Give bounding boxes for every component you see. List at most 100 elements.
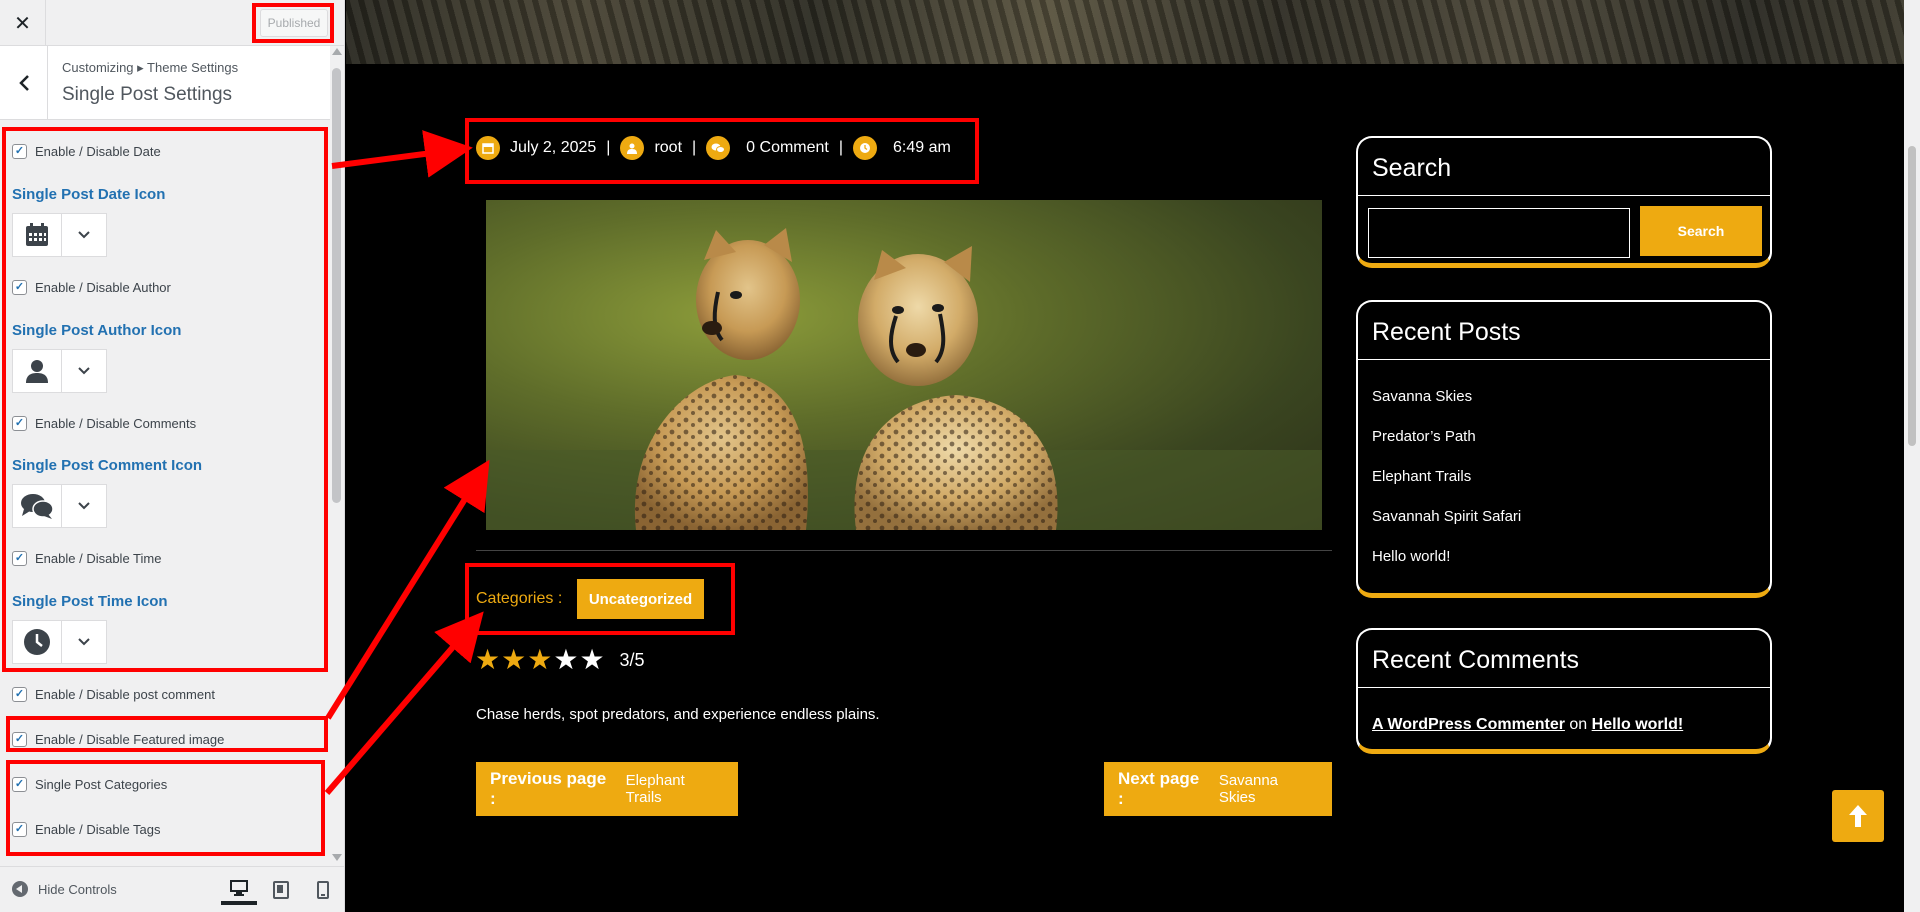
panel-scrollbar[interactable] xyxy=(330,46,344,866)
post-date[interactable]: July 2, 2025 xyxy=(510,139,596,157)
arrow-up-icon xyxy=(1849,805,1867,827)
recent-post-link[interactable]: Elephant Trails xyxy=(1372,468,1471,485)
star-empty-icon: ★ xyxy=(579,644,605,675)
site-preview: July 2, 2025 | root | 0 Comment | 6:49 a… xyxy=(346,0,1920,912)
checkbox-enable-date[interactable]: ✓ Enable / Disable Date xyxy=(12,144,161,159)
recent-comment-item: A WordPress Commenter on Hello world! xyxy=(1372,716,1684,733)
search-widget-title: Search xyxy=(1358,138,1770,196)
checkbox-enable-tags[interactable]: ✓ Enable / Disable Tags xyxy=(12,822,161,837)
hide-controls-button[interactable]: Hide Controls xyxy=(12,881,117,897)
calendar-icon xyxy=(476,136,500,160)
recent-post-link[interactable]: Savannah Spirit Safari xyxy=(1372,508,1521,525)
chevron-down-icon[interactable] xyxy=(62,485,106,527)
star-filled-icon: ★ xyxy=(501,644,527,675)
calendar-icon xyxy=(13,214,63,256)
publish-button[interactable]: Published xyxy=(260,9,328,37)
user-icon xyxy=(620,136,645,160)
chevron-down-icon[interactable] xyxy=(62,350,106,392)
scroll-up-arrow-icon[interactable] xyxy=(332,48,342,55)
controls-list: ✓ Enable / Disable Date Single Post Date… xyxy=(0,121,330,866)
header-banner-image xyxy=(346,0,1904,64)
checkbox-enable-featured-image[interactable]: ✓ Enable / Disable Featured image xyxy=(12,732,224,747)
checkbox-checked-icon[interactable]: ✓ xyxy=(12,777,27,792)
post-comments-count[interactable]: 0 Comment xyxy=(746,139,829,157)
preview-scroll-thumb[interactable] xyxy=(1908,146,1916,446)
content-divider xyxy=(476,550,1332,551)
post-excerpt: Chase herds, spot predators, and experie… xyxy=(476,706,880,723)
chevron-down-icon[interactable] xyxy=(62,214,106,256)
search-input[interactable] xyxy=(1368,208,1630,258)
meta-separator: | xyxy=(692,139,697,156)
post-author[interactable]: root xyxy=(654,139,682,157)
checkbox-enable-post-comment[interactable]: ✓ Enable / Disable post comment xyxy=(12,687,215,702)
meta-separator: | xyxy=(606,139,611,156)
checkbox-enable-comments[interactable]: ✓ Enable / Disable Comments xyxy=(12,416,196,431)
recent-posts-widget: Recent Posts Savanna Skies Predator’s Pa… xyxy=(1356,300,1772,598)
recent-post-link[interactable]: Hello world! xyxy=(1372,548,1450,565)
checkbox-checked-icon[interactable]: ✓ xyxy=(12,551,27,566)
section-time-icon-title: Single Post Time Icon xyxy=(12,593,168,610)
close-icon: ✕ xyxy=(14,12,31,35)
checkbox-checked-icon[interactable]: ✓ xyxy=(12,416,27,431)
recent-post-link[interactable]: Predator’s Path xyxy=(1372,428,1476,445)
customizer-footer: Hide Controls xyxy=(0,866,344,912)
search-button[interactable]: Search xyxy=(1640,206,1762,256)
tablet-icon xyxy=(273,881,289,899)
comment-post-link[interactable]: Hello world! xyxy=(1592,716,1684,733)
panel-title: Single Post Settings xyxy=(62,84,233,105)
customizer-panel: ✕ Published Customizing ▸ Theme Settings… xyxy=(0,0,345,912)
checkbox-checked-icon[interactable]: ✓ xyxy=(12,822,27,837)
author-icon-picker[interactable] xyxy=(12,349,107,393)
preview-desktop-button[interactable] xyxy=(221,875,257,905)
checkbox-single-post-categories[interactable]: ✓ Single Post Categories xyxy=(12,777,167,792)
comments-icon xyxy=(13,485,63,527)
mobile-icon xyxy=(317,881,329,899)
recent-comments-title: Recent Comments xyxy=(1358,630,1770,688)
section-author-icon-title: Single Post Author Icon xyxy=(12,322,182,339)
star-empty-icon: ★ xyxy=(553,644,579,675)
recent-comments-widget: Recent Comments A WordPress Commenter on… xyxy=(1356,628,1772,754)
preview-scrollbar[interactable] xyxy=(1904,0,1920,912)
clock-icon xyxy=(853,136,878,160)
scroll-thumb[interactable] xyxy=(332,68,341,503)
checkbox-checked-icon[interactable]: ✓ xyxy=(12,732,27,747)
back-button[interactable] xyxy=(0,46,48,120)
customizer-topbar: ✕ Published xyxy=(0,0,344,46)
category-tag-uncategorized[interactable]: Uncategorized xyxy=(577,579,704,619)
chevron-left-icon xyxy=(18,75,29,91)
checkbox-checked-icon[interactable]: ✓ xyxy=(12,687,27,702)
preview-mobile-button[interactable] xyxy=(305,875,341,905)
clock-icon xyxy=(13,621,63,663)
date-icon-picker[interactable] xyxy=(12,213,107,257)
next-page-button[interactable]: Next page : Savanna Skies xyxy=(1104,762,1332,816)
post-rating: ★ ★ ★ ★ ★ 3/5 xyxy=(475,646,645,674)
preview-tablet-button[interactable] xyxy=(263,875,299,905)
rating-text: 3/5 xyxy=(619,649,645,670)
meta-separator: | xyxy=(838,139,844,156)
checkbox-enable-time[interactable]: ✓ Enable / Disable Time xyxy=(12,551,161,566)
desktop-icon xyxy=(230,880,248,896)
section-comment-icon-title: Single Post Comment Icon xyxy=(12,457,203,474)
chevron-down-icon[interactable] xyxy=(62,621,106,663)
panel-header: Customizing ▸ Theme Settings Single Post… xyxy=(0,46,330,120)
post-time: 6:49 am xyxy=(893,139,951,156)
collapse-icon xyxy=(12,881,28,897)
comment-author-link[interactable]: A WordPress Commenter xyxy=(1372,716,1565,733)
post-meta: July 2, 2025 | root | 0 Comment | 6:49 a… xyxy=(476,136,951,160)
checkbox-checked-icon[interactable]: ✓ xyxy=(12,280,27,295)
recent-posts-title: Recent Posts xyxy=(1358,302,1770,360)
back-to-top-button[interactable] xyxy=(1832,790,1884,842)
checkbox-checked-icon[interactable]: ✓ xyxy=(12,144,27,159)
star-filled-icon: ★ xyxy=(527,644,553,675)
close-customizer-button[interactable]: ✕ xyxy=(0,0,46,46)
breadcrumb: Customizing ▸ Theme Settings xyxy=(62,60,239,75)
star-filled-icon: ★ xyxy=(475,644,501,675)
recent-post-link[interactable]: Savanna Skies xyxy=(1372,388,1472,405)
time-icon-picker[interactable] xyxy=(12,620,107,664)
scroll-down-arrow-icon[interactable] xyxy=(332,854,342,861)
comments-icon xyxy=(706,136,731,160)
user-icon xyxy=(13,350,63,392)
comment-icon-picker[interactable] xyxy=(12,484,107,528)
previous-page-button[interactable]: Previous page : Elephant Trails xyxy=(476,762,738,816)
checkbox-enable-author[interactable]: ✓ Enable / Disable Author xyxy=(12,280,171,295)
